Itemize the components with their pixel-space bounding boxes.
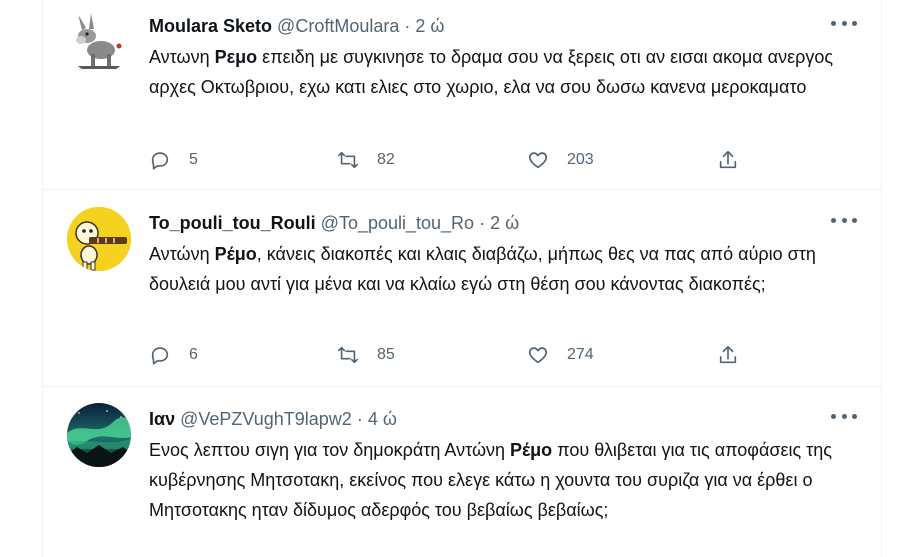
tweet-text-start: Αντώνη (149, 244, 215, 264)
user-handle[interactable]: @To_pouli_tou_Ro (321, 213, 474, 233)
heart-icon (528, 152, 548, 169)
tweet-text: Αντωνη Ρεμο επειδη με συγκινησε το δραμα… (149, 42, 849, 102)
retweet-count: 85 (377, 346, 395, 363)
tweet-text: Αντώνη Ρέμο, κάνεις διακοπές και κλαις δ… (149, 239, 849, 299)
reply-button[interactable]: 5 (149, 148, 198, 172)
tweet[interactable]: Moulara Sketo @CroftMoulara · 2 ώ Αντωνη… (43, 0, 881, 190)
retweet-button[interactable]: 82 (337, 148, 395, 172)
reply-count: 5 (189, 151, 198, 168)
timestamp[interactable]: 2 ώ (490, 213, 519, 233)
tweet-text: Ενος λεπτου σιγη για τον δημοκράτη Αντών… (149, 435, 849, 525)
like-count: 274 (567, 346, 594, 363)
like-count: 203 (567, 151, 594, 168)
avatar[interactable] (67, 403, 131, 467)
tweet-actions: 5 82 203 (149, 148, 749, 172)
separator-dot: · (479, 213, 486, 233)
retweet-icon (338, 346, 358, 364)
reply-icon (151, 347, 169, 365)
timestamp[interactable]: 2 ώ (415, 16, 444, 36)
tweet[interactable]: To_pouli_tou_Rouli @To_pouli_tou_Ro · 2 … (43, 197, 881, 387)
separator-dot: · (404, 16, 411, 36)
display-name[interactable]: Ιαν (149, 409, 175, 429)
share-button[interactable] (717, 148, 739, 172)
yellow-cartoon-icon (67, 207, 131, 271)
display-name[interactable]: To_pouli_tou_Rouli (149, 213, 316, 233)
tweet-actions: 6 85 274 (149, 343, 749, 367)
reply-button[interactable]: 6 (149, 343, 198, 367)
more-options-icon[interactable] (831, 409, 857, 423)
tweet-text-start: Αντωνη (149, 47, 215, 67)
retweet-count: 82 (377, 151, 395, 168)
highlighted-term: Ρέμο (214, 244, 257, 264)
donkey-cartoon-icon (67, 10, 131, 74)
highlighted-term: Ρέμο (510, 440, 553, 460)
more-options-icon[interactable] (831, 16, 857, 30)
share-icon (719, 345, 737, 364)
display-name[interactable]: Moulara Sketo (149, 16, 272, 36)
tweet-header: Ιαν @VePZVughT9lapw2 · 4 ώ (149, 407, 397, 431)
retweet-icon (338, 151, 358, 169)
tweet-header: Moulara Sketo @CroftMoulara · 2 ώ (149, 14, 444, 38)
reply-count: 6 (189, 346, 198, 363)
tweet-header: To_pouli_tou_Rouli @To_pouli_tou_Ro · 2 … (149, 211, 519, 235)
user-handle[interactable]: @VePZVughT9lapw2 (180, 409, 352, 429)
like-button[interactable]: 274 (527, 343, 594, 367)
share-icon (719, 150, 737, 169)
retweet-button[interactable]: 85 (337, 343, 395, 367)
tweet-text-start: Ενος λεπτου σιγη για τον δημοκράτη Αντών… (149, 440, 511, 460)
highlighted-term: Ρεμο (214, 47, 258, 67)
timestamp[interactable]: 4 ώ (368, 409, 397, 429)
reply-icon (151, 152, 169, 170)
share-button[interactable] (717, 343, 739, 367)
like-button[interactable]: 203 (527, 148, 594, 172)
user-handle[interactable]: @CroftMoulara (277, 16, 399, 36)
timeline-feed: Moulara Sketo @CroftMoulara · 2 ώ Αντωνη… (42, 0, 882, 557)
tweet[interactable]: Ιαν @VePZVughT9lapw2 · 4 ώ Ενος λεπτου σ… (43, 393, 881, 557)
avatar[interactable] (67, 10, 131, 74)
avatar[interactable] (67, 207, 131, 271)
separator-dot: · (356, 409, 363, 429)
more-options-icon[interactable] (831, 213, 857, 227)
aurora-landscape-icon (67, 403, 131, 467)
heart-icon (528, 347, 548, 364)
